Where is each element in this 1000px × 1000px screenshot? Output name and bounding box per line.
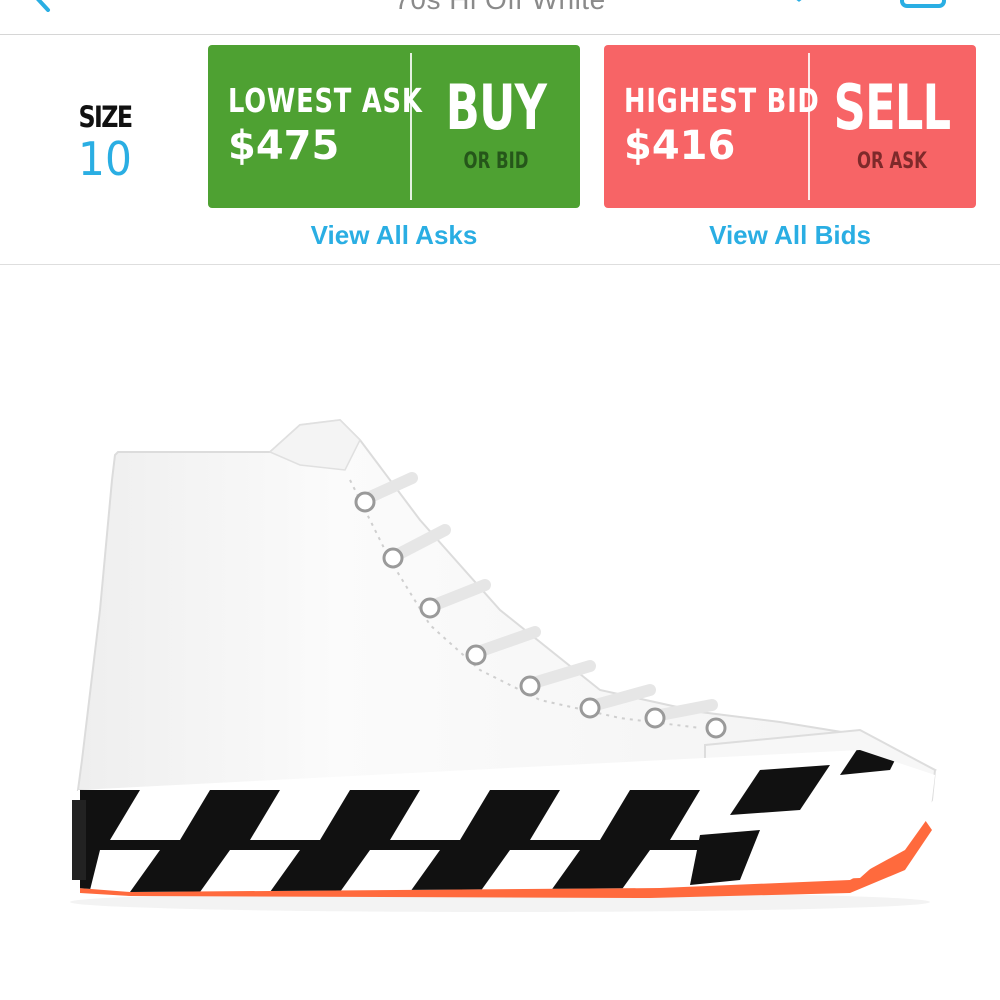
buy-button[interactable]: BUY — [436, 71, 557, 144]
size-label: SIZE — [78, 100, 134, 134]
lowest-ask-price: $475 — [228, 123, 340, 169]
page-title: 70s Hi Off White — [0, 0, 1000, 16]
or-ask-label: OR ASK — [857, 149, 927, 174]
view-all-asks-link[interactable]: View All Asks — [208, 220, 580, 251]
card-divider — [808, 53, 810, 200]
size-selector[interactable]: SIZE 10 — [60, 100, 150, 182]
menu-icon[interactable] — [900, 0, 946, 8]
or-bid-label: OR BID — [463, 149, 529, 174]
lowest-ask-label: LOWEST ASK — [228, 81, 423, 120]
sell-card[interactable]: HIGHEST BID $416 SELL OR ASK — [604, 45, 976, 208]
sell-button[interactable]: SELL — [832, 71, 953, 144]
highest-bid-label: HIGHEST BID — [624, 81, 820, 120]
size-value: 10 — [78, 132, 132, 186]
sneaker-image — [70, 418, 938, 912]
highest-bid-price: $416 — [624, 123, 736, 169]
share-icon[interactable] — [786, 0, 812, 8]
card-divider — [410, 53, 412, 200]
product-image-area — [0, 265, 1000, 1000]
buy-card[interactable]: LOWEST ASK $475 BUY OR BID — [208, 45, 580, 208]
view-all-bids-link[interactable]: View All Bids — [604, 220, 976, 251]
top-nav-bar: 70s Hi Off White — [0, 0, 1000, 35]
